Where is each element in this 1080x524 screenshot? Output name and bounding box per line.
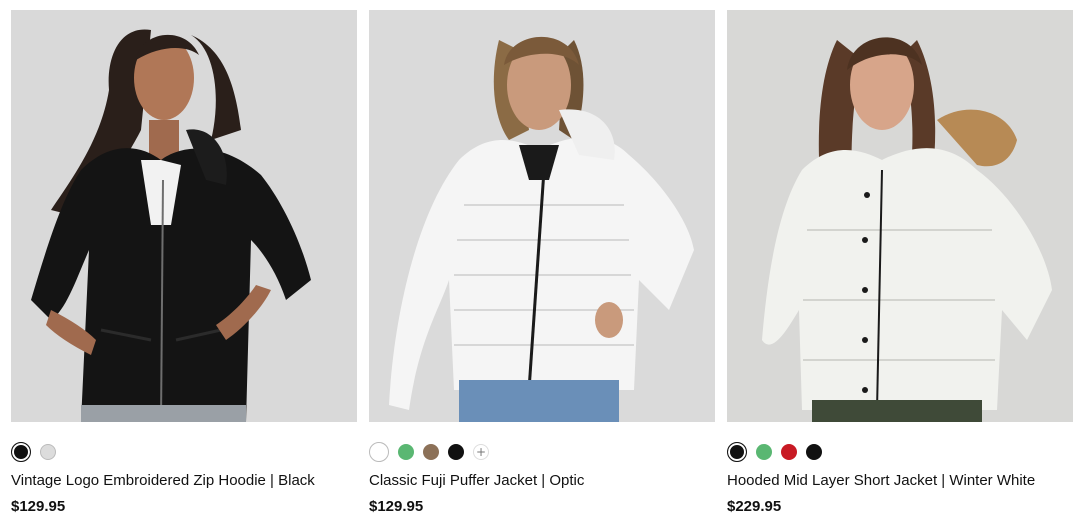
- color-swatch-black[interactable]: [727, 442, 747, 462]
- product-card: Hooded Mid Layer Short Jacket | Winter W…: [727, 10, 1073, 517]
- product-title-link[interactable]: Vintage Logo Embroidered Zip Hoodie | Bl…: [11, 471, 357, 491]
- color-swatch-green[interactable]: [756, 444, 772, 460]
- color-swatch-green[interactable]: [398, 444, 414, 460]
- product-card: Vintage Logo Embroidered Zip Hoodie | Bl…: [11, 10, 357, 517]
- model-photo-puffer: [389, 36, 694, 422]
- color-swatch-black[interactable]: [448, 444, 464, 460]
- product-grid: Vintage Logo Embroidered Zip Hoodie | Bl…: [0, 0, 1080, 524]
- product-title-link[interactable]: Classic Fuji Puffer Jacket | Optic: [369, 471, 715, 491]
- product-title-link[interactable]: Hooded Mid Layer Short Jacket | Winter W…: [727, 471, 1073, 491]
- color-swatch-brown[interactable]: [423, 444, 439, 460]
- model-photo-hoodie: [31, 29, 311, 422]
- color-swatch-grey[interactable]: [40, 444, 56, 460]
- product-card: + Classic Fuji Puffer Jacket | Optic $12…: [369, 10, 715, 517]
- color-swatches: [11, 442, 357, 462]
- product-price: $229.95: [727, 498, 782, 515]
- color-swatches: +: [369, 442, 715, 462]
- product-price: $129.95: [369, 498, 424, 515]
- model-photo-short-jacket: [762, 37, 1052, 422]
- plus-icon[interactable]: +: [473, 444, 489, 460]
- color-swatch-black-2[interactable]: [806, 444, 822, 460]
- color-swatch-black[interactable]: [11, 442, 31, 462]
- color-swatch-red[interactable]: [781, 444, 797, 460]
- product-price: $129.95: [11, 498, 66, 515]
- color-swatch-white[interactable]: [369, 442, 389, 462]
- product-image[interactable]: [727, 10, 1073, 422]
- color-swatches: [727, 442, 1073, 462]
- product-image[interactable]: [369, 10, 715, 422]
- product-image[interactable]: [11, 10, 357, 422]
